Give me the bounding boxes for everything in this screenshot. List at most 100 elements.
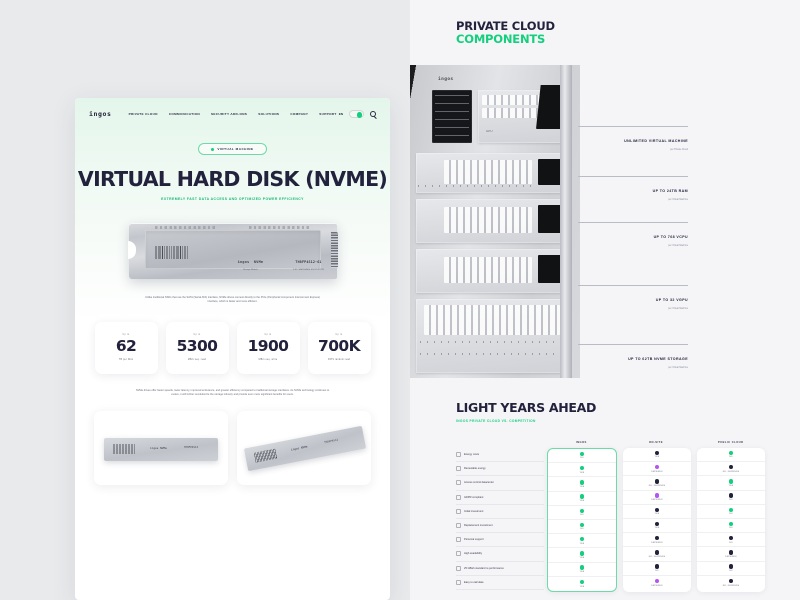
comparison-cell: YES: [623, 448, 691, 463]
comparison-cell-value: YES: [579, 485, 585, 488]
nvme-brand: ingos: [237, 259, 250, 264]
nvme-drive-thumbnail: ingos NVMe TH8FP4S12: [104, 437, 218, 461]
comparison-cell: NO: [697, 448, 765, 463]
status-dot-icon: [654, 521, 660, 527]
language-selector[interactable]: EN: [339, 112, 343, 116]
status-dot-icon: [579, 551, 585, 556]
comparison-cell-value: DEPENDS: [651, 499, 663, 501]
stat-prefix: Up to: [335, 334, 343, 337]
comparison-row-label: Renewable energy: [464, 467, 486, 471]
stat-value: 5300: [176, 337, 218, 356]
presentation-canvas: ingos PRIVATE CLOUD COMMUNICATION SECURI…: [0, 0, 800, 600]
comparison-cell-value: YES: [579, 570, 585, 573]
comparison-cell: YES: [623, 505, 691, 519]
nav-item-private-cloud[interactable]: PRIVATE CLOUD: [129, 112, 158, 116]
stat-value: 700K: [318, 337, 361, 356]
status-dot-icon: [579, 480, 585, 485]
shield-icon: [456, 494, 461, 500]
stat-caption: IOPS random read: [327, 358, 351, 361]
comparison-cell: DEPENDS: [697, 547, 765, 562]
nav-item-solutions[interactable]: SOLUTIONS: [258, 112, 279, 116]
comparison-cell: DEPENDS: [623, 491, 691, 505]
status-dot-icon: [728, 450, 734, 456]
stat-prefix: Up to: [122, 334, 130, 337]
status-dot-icon: [654, 507, 660, 512]
comparison-cell: YES: [548, 477, 616, 492]
nvme-brand-sub: Storage Module: [243, 269, 258, 271]
theme-toggle[interactable]: [349, 110, 364, 118]
search-icon[interactable]: [370, 111, 376, 117]
website-page-mockup: ingos PRIVATE CLOUD COMMUNICATION SECURI…: [75, 98, 390, 600]
thumb-brand: ingos NVMe: [290, 444, 308, 452]
nvme-code-block: TH8FP4S12-G1 S.M. / HARDWARE ENCRYPTION: [285, 250, 333, 272]
annotation-leader-line: [578, 344, 688, 345]
comparison-col-ingos: INGOS: [575, 440, 587, 444]
hero-gradient-background: [75, 98, 390, 323]
annotation-3: UP TO 768 VCPU per Virtual Machine: [550, 225, 688, 247]
comparison-row-label: Replacement investment: [464, 523, 493, 527]
annotation-leader-line: [578, 285, 688, 286]
barcode-icon: [154, 245, 189, 259]
comparison-cell-value: NO, DEPENDS: [722, 470, 740, 473]
right-detail-column: PRIVATE CLOUD COMPONENTS ingos GPU UNLIM…: [410, 0, 800, 600]
comparison-column-public: NO NO, DEPENDS YES NO NO NO NO DEPENDS NO NO, DEP…: [697, 448, 765, 592]
gallery-row: ingos NVMe TH8FP4S12 ingos NVMe TH8FP4S1…: [75, 410, 390, 485]
thumb-code: TH8FP4S12: [323, 438, 339, 445]
annotation-sub: per Virtual Machine: [668, 308, 688, 310]
comparison-column-onsite: YES DEPENDS NO, DEPENDS DEPENDS YES YES DEPEND…: [623, 448, 691, 592]
nav-item-communication[interactable]: COMMUNICATION: [169, 112, 200, 116]
comparison-cell-value: YES: [654, 513, 660, 516]
category-pill[interactable]: VIRTUAL MACHINE: [198, 143, 267, 155]
comparison-subtitle: INGOS PRIVATE CLOUD VS. COMPETITION: [456, 419, 536, 423]
site-logo[interactable]: ingos: [89, 110, 112, 118]
nvme-code: TH8FP4S12-G1: [295, 259, 322, 264]
comparison-title: LIGHT YEARS AHEAD: [456, 400, 597, 415]
status-dot-icon: [579, 494, 585, 499]
comparison-cell: NO: [623, 562, 691, 576]
gallery-card[interactable]: ingos NVMe TH8FP4S12: [237, 410, 371, 485]
stat-prefix: Up to: [193, 334, 201, 337]
status-dot-icon: [579, 536, 585, 542]
server-gpu-label: GPU: [486, 129, 493, 133]
comparison-cell: YES: [697, 476, 765, 491]
comparison-cell: NO: [697, 533, 765, 548]
stat-caption: MB/s seq. write: [258, 358, 278, 361]
barcode-icon: [113, 443, 135, 454]
nvme-drive-body: ingos NVMe Storage Module TH8FP4S12-G1 S…: [127, 222, 338, 279]
comparison-cell: NO, DEPENDS: [623, 547, 691, 562]
status-dot-icon: [579, 522, 585, 528]
status-dot-icon: [654, 550, 660, 555]
comparison-row: 25 GBit/s standard re performance: [456, 562, 544, 576]
comparison-row: Personal support: [456, 533, 544, 548]
annotation-title: UNLIMITED VIRTUAL MACHINE: [624, 139, 688, 143]
comparison-cell-value: NO: [580, 528, 584, 531]
comparison-cell-value: YES: [579, 556, 585, 559]
components-heading-line2: COMPONENTS: [456, 32, 546, 47]
comparison-cell-value: YES: [579, 542, 585, 545]
secondary-paragraph: NVMe drives offer faster speeds, lower l…: [135, 388, 330, 397]
comparison-cell: YES: [623, 519, 691, 534]
annotation-title: UP TO 62TB NVME STORAGE: [628, 357, 688, 361]
annotation-leader-line: [578, 126, 688, 127]
annotation-title: UP TO 32 VGPU: [655, 298, 688, 302]
nav-item-company[interactable]: COMPANY: [290, 112, 308, 116]
nvme-notch: [127, 240, 136, 259]
status-dot-icon: [579, 579, 585, 585]
annotation-sub: per Virtual Machine: [668, 245, 688, 247]
nav-item-support[interactable]: SUPPORT: [319, 112, 336, 116]
headset-icon: [456, 537, 461, 543]
comparison-column-ingos: NO YES YES YES NO NO YES YES YES YES: [547, 448, 617, 592]
gallery-card[interactable]: ingos NVMe TH8FP4S12: [94, 410, 228, 485]
nvme-chips-right: [248, 225, 311, 229]
status-dot-icon: [728, 479, 734, 484]
comparison-cell-value: NO, DEPENDS: [648, 484, 666, 487]
nav-item-security-add-ons[interactable]: SECURITY ADD-ONS: [211, 112, 247, 116]
comparison-cell-value: YES: [654, 527, 660, 530]
comparison-cell-value: NO: [580, 514, 584, 517]
status-dot-icon: [728, 578, 734, 584]
comparison-cell: NO: [548, 506, 616, 520]
server-brand-label: ingos: [438, 77, 454, 82]
status-dot-icon: [728, 550, 734, 555]
status-dot-icon: [654, 535, 660, 541]
comparison-row-label: High availability: [464, 552, 483, 556]
